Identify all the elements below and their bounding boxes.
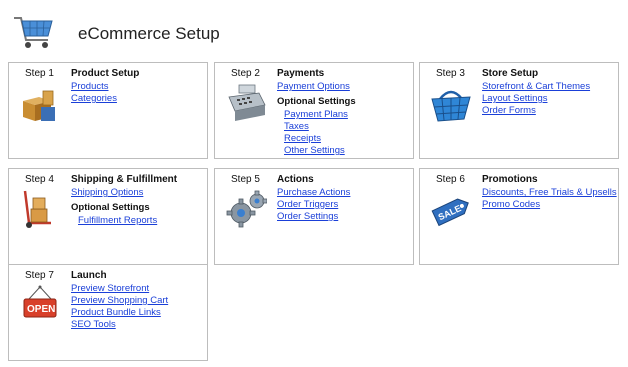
optional-settings-heading: Optional Settings <box>277 96 356 107</box>
step-number: Step 3 <box>436 68 465 79</box>
step-card-store-setup: Step 3 Store Setup Storefront & Cart The… <box>419 62 619 159</box>
step-card-promotions: Step 6 Promotions SALE Discounts, Free T… <box>419 168 619 265</box>
link-order-triggers[interactable]: Order Triggers <box>277 199 350 211</box>
link-categories[interactable]: Categories <box>71 93 117 105</box>
step-number: Step 2 <box>231 68 260 79</box>
step-number: Step 4 <box>25 174 54 185</box>
link-preview-shopping-cart[interactable]: Preview Shopping Cart <box>71 295 168 307</box>
boxes-icon <box>23 90 55 121</box>
link-shipping-options[interactable]: Shipping Options <box>71 187 157 199</box>
link-receipts[interactable]: Receipts <box>284 133 356 145</box>
card-title: Promotions <box>482 174 538 185</box>
card-title: Shipping & Fulfillment <box>71 174 178 185</box>
link-storefront-cart-themes[interactable]: Storefront & Cart Themes <box>482 81 590 93</box>
link-other-settings[interactable]: Other Settings <box>284 145 356 157</box>
card-title: Product Setup <box>71 68 140 79</box>
link-payment-options[interactable]: Payment Options <box>277 81 356 93</box>
page-title: eCommerce Setup <box>78 24 220 43</box>
link-preview-storefront[interactable]: Preview Storefront <box>71 283 168 295</box>
step-card-actions: Step 5 Actions Purchase Actions Order Tr… <box>214 168 414 265</box>
link-payment-plans[interactable]: Payment Plans <box>284 109 356 121</box>
step-number: Step 5 <box>231 174 260 185</box>
step-number: Step 7 <box>25 270 54 281</box>
link-order-forms[interactable]: Order Forms <box>482 105 590 117</box>
link-taxes[interactable]: Taxes <box>284 121 356 133</box>
shopping-cart-icon <box>14 17 53 48</box>
hand-truck-icon <box>23 190 51 228</box>
gears-icon <box>226 190 267 228</box>
page-header: eCommerce Setup <box>12 10 612 56</box>
card-title: Store Setup <box>482 68 539 79</box>
open-sign-text: OPEN <box>27 304 55 315</box>
step-card-payments: Step 2 Payments Payment Options Optional… <box>214 62 414 159</box>
step-number: Step 1 <box>25 68 54 79</box>
shopping-basket-icon <box>431 90 471 122</box>
step-card-shipping-fulfillment: Step 4 Shipping & Fulfillment Shipping O… <box>8 168 208 265</box>
card-title: Payments <box>277 68 325 79</box>
cash-register-icon <box>228 84 266 121</box>
link-products[interactable]: Products <box>71 81 117 93</box>
link-promo-codes[interactable]: Promo Codes <box>482 199 617 211</box>
step-card-launch: Step 7 Launch OPEN Preview Storefront Pr… <box>8 264 208 361</box>
link-seo-tools[interactable]: SEO Tools <box>71 319 168 331</box>
card-title: Launch <box>71 270 107 281</box>
optional-settings-heading: Optional Settings <box>71 202 150 213</box>
link-fulfillment-reports[interactable]: Fulfillment Reports <box>78 215 157 227</box>
open-sign-icon: OPEN <box>23 285 57 318</box>
sale-tag-icon: SALE <box>431 198 469 227</box>
step-number: Step 6 <box>436 174 465 185</box>
card-title: Actions <box>277 174 314 185</box>
link-layout-settings[interactable]: Layout Settings <box>482 93 590 105</box>
link-product-bundle-links[interactable]: Product Bundle Links <box>71 307 168 319</box>
link-purchase-actions[interactable]: Purchase Actions <box>277 187 350 199</box>
link-order-settings[interactable]: Order Settings <box>277 211 350 223</box>
link-discounts-free-trials-upsells[interactable]: Discounts, Free Trials & Upsells <box>482 187 617 199</box>
step-card-product-setup: Step 1 Product Setup Products Categories <box>8 62 208 159</box>
